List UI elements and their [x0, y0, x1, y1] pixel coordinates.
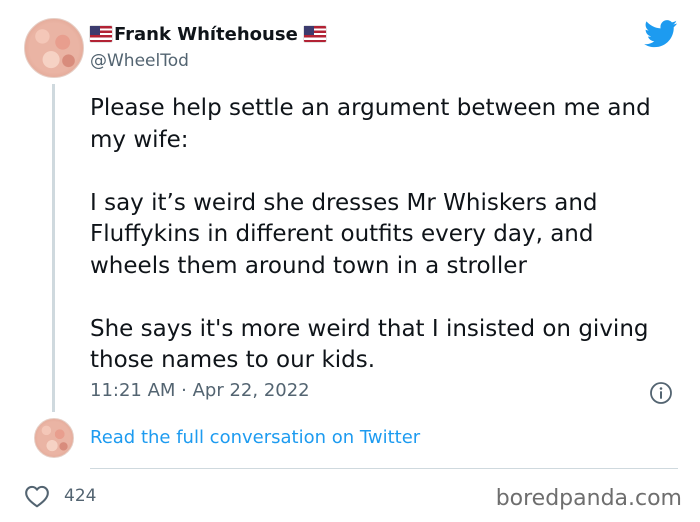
read-conversation-link[interactable]: Read the full conversation on Twitter	[90, 427, 420, 448]
author-name-row[interactable]: Frank Whítehouse	[90, 24, 326, 45]
tweet-timestamp[interactable]: 11:21 AM · Apr 22, 2022	[90, 380, 310, 401]
author-avatar[interactable]	[24, 18, 84, 78]
author-handle[interactable]: @WheelTod	[90, 51, 189, 71]
divider	[90, 468, 678, 469]
author-name[interactable]: Frank Whítehouse	[114, 24, 298, 45]
like-count: 424	[64, 486, 97, 506]
watermark: boredpanda.com	[495, 486, 682, 511]
info-icon[interactable]	[649, 381, 673, 405]
us-flag-icon	[303, 26, 326, 42]
tweet-text: Please help settle an argument between m…	[90, 93, 680, 377]
thread-line	[52, 84, 55, 412]
tweet-paragraph: I say it’s weird she dresses Mr Whiskers…	[90, 189, 598, 279]
us-flag-icon	[90, 26, 112, 42]
tweet-paragraph: Please help settle an argument between m…	[90, 95, 651, 153]
twitter-bird-icon[interactable]	[644, 20, 678, 48]
like-button[interactable]: 424	[24, 484, 96, 508]
tweet-paragraph: She says it's more weird that I insisted…	[90, 315, 649, 374]
conversation-avatar[interactable]	[34, 418, 74, 458]
heart-icon	[25, 485, 49, 508]
